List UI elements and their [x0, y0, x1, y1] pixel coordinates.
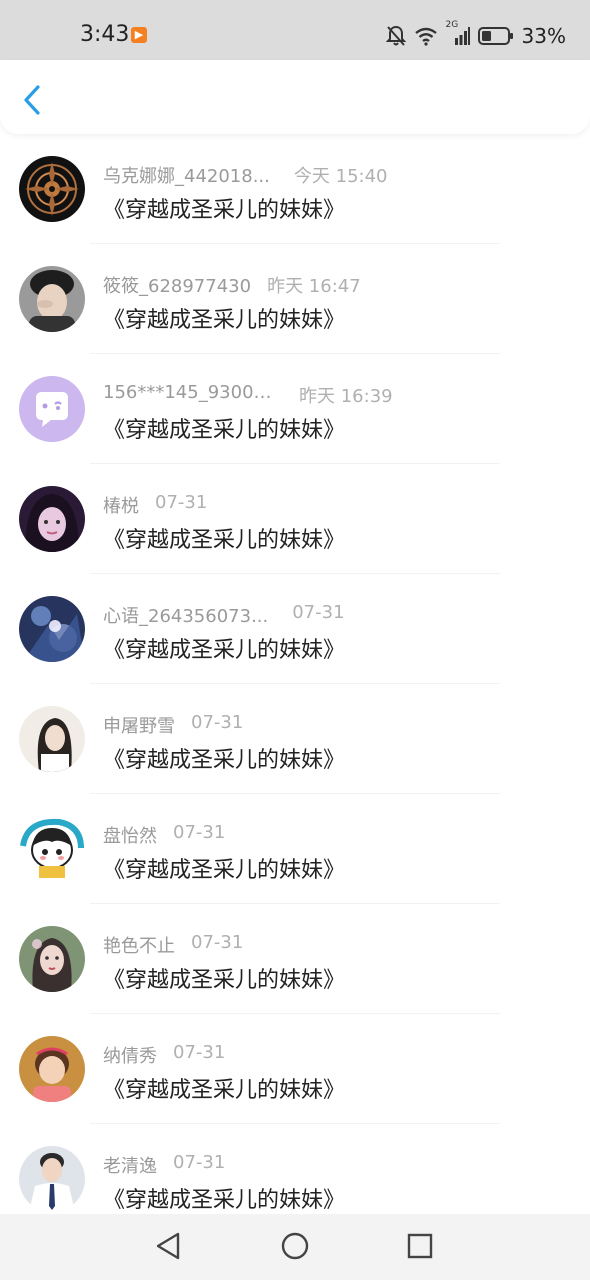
- message-text: 《穿越成圣采儿的妹妹》: [103, 858, 346, 883]
- status-bar: 3:43 ▶ 2G 33%: [0, 0, 590, 60]
- battery-icon: [477, 26, 514, 46]
- system-nav-bar: [0, 1214, 590, 1280]
- list-item[interactable]: 艳色不止 07-31 《穿越成圣采儿的妹妹》: [0, 904, 590, 1014]
- item-meta: 申屠野雪 07-31: [103, 712, 244, 738]
- item-meta: 椿棁 07-31: [103, 492, 208, 518]
- screen: 3:43 ▶ 2G 33% 乌克娜娜_442018... 今天 15:40 《穿…: [0, 0, 590, 1280]
- item-meta: 纳倩秀 07-31: [103, 1042, 226, 1068]
- avatar[interactable]: [19, 486, 85, 552]
- timestamp: 07-31: [173, 1042, 226, 1063]
- user-name[interactable]: 纳倩秀: [103, 1042, 157, 1068]
- message-text: 《穿越成圣采儿的妹妹》: [103, 528, 346, 553]
- message-text: 《穿越成圣采儿的妹妹》: [103, 748, 346, 773]
- nav-home-button[interactable]: [279, 1230, 311, 1262]
- avatar[interactable]: [19, 1036, 85, 1102]
- message-text: 《穿越成圣采儿的妹妹》: [103, 638, 346, 663]
- network-type: 2G: [445, 20, 459, 30]
- list-item[interactable]: 老清逸 07-31 《穿越成圣采儿的妹妹》: [0, 1124, 590, 1214]
- list-item[interactable]: 乌克娜娜_442018... 今天 15:40 《穿越成圣采儿的妹妹》: [0, 134, 590, 244]
- avatar[interactable]: [19, 376, 85, 442]
- user-name[interactable]: 申屠野雪: [103, 712, 175, 738]
- user-name[interactable]: 156***145_93002...: [103, 382, 275, 403]
- message-text: 《穿越成圣采儿的妹妹》: [103, 1188, 346, 1213]
- timestamp: 07-31: [173, 1152, 226, 1173]
- nav-recents-button[interactable]: [404, 1230, 436, 1262]
- user-name[interactable]: 老清逸: [103, 1152, 157, 1178]
- wifi-icon: [414, 26, 438, 46]
- item-meta: 老清逸 07-31: [103, 1152, 226, 1178]
- list-item[interactable]: 申屠野雪 07-31 《穿越成圣采儿的妹妹》: [0, 684, 590, 794]
- item-meta: 盘怡然 07-31: [103, 822, 226, 848]
- top-bar: [0, 60, 590, 134]
- avatar[interactable]: [19, 1146, 85, 1212]
- user-name[interactable]: 椿棁: [103, 492, 139, 518]
- triangle-back-icon: [156, 1232, 180, 1260]
- back-button[interactable]: [14, 80, 50, 120]
- avatar[interactable]: [19, 816, 85, 882]
- user-name[interactable]: 心语_264356073...: [103, 602, 268, 628]
- status-time: 3:43: [80, 22, 130, 47]
- timestamp: 昨天 16:39: [299, 386, 393, 407]
- user-name[interactable]: 艳色不止: [103, 932, 175, 958]
- square-recents-icon: [407, 1233, 433, 1259]
- battery-percentage: 33%: [521, 24, 566, 48]
- list-item[interactable]: 椿棁 07-31 《穿越成圣采儿的妹妹》: [0, 464, 590, 574]
- message-text: 《穿越成圣采儿的妹妹》: [103, 418, 346, 443]
- list-item[interactable]: 156***145_93002... 昨天 16:39 《穿越成圣采儿的妹妹》: [0, 354, 590, 464]
- avatar[interactable]: [19, 156, 85, 222]
- user-name[interactable]: 盘怡然: [103, 822, 157, 848]
- item-meta: 乌克娜娜_442018... 今天 15:40: [103, 162, 388, 188]
- timestamp: 07-31: [191, 932, 244, 953]
- list-item[interactable]: 纳倩秀 07-31 《穿越成圣采儿的妹妹》: [0, 1014, 590, 1124]
- timestamp: 昨天 16:47: [267, 276, 361, 297]
- mute-bell-icon: [385, 25, 406, 47]
- nav-back-button[interactable]: [152, 1230, 184, 1262]
- app-notification-icon: ▶: [131, 27, 147, 43]
- list-item[interactable]: 心语_264356073... 07-31 《穿越成圣采儿的妹妹》: [0, 574, 590, 684]
- message-text: 《穿越成圣采儿的妹妹》: [103, 1078, 346, 1103]
- message-text: 《穿越成圣采儿的妹妹》: [103, 308, 346, 333]
- cellular-signal-icon: 2G: [446, 20, 470, 46]
- chevron-left-icon: [24, 85, 40, 115]
- avatar[interactable]: [19, 706, 85, 772]
- timestamp: 07-31: [155, 492, 208, 513]
- list-item[interactable]: 盘怡然 07-31 《穿越成圣采儿的妹妹》: [0, 794, 590, 904]
- circle-home-icon: [281, 1232, 309, 1260]
- user-name[interactable]: 筱筱_628977430: [103, 272, 251, 298]
- item-meta: 艳色不止 07-31: [103, 932, 244, 958]
- item-meta: 156***145_93002... 昨天 16:39: [103, 382, 393, 407]
- timestamp: 今天 15:40: [293, 166, 388, 187]
- user-name[interactable]: 乌克娜娜_442018...: [103, 162, 270, 188]
- status-icons: 2G 33%: [385, 20, 566, 50]
- avatar[interactable]: [19, 266, 85, 332]
- avatar[interactable]: [19, 926, 85, 992]
- timestamp: 07-31: [292, 602, 345, 623]
- message-text: 《穿越成圣采儿的妹妹》: [103, 968, 346, 993]
- timestamp: 07-31: [191, 712, 244, 733]
- item-meta: 心语_264356073... 07-31: [103, 602, 345, 628]
- avatar[interactable]: [19, 596, 85, 662]
- timestamp: 07-31: [173, 822, 226, 843]
- message-text: 《穿越成圣采儿的妹妹》: [103, 198, 346, 223]
- item-meta: 筱筱_628977430 昨天 16:47: [103, 272, 361, 298]
- message-list[interactable]: 乌克娜娜_442018... 今天 15:40 《穿越成圣采儿的妹妹》 筱筱_6289…: [0, 134, 590, 1214]
- list-item[interactable]: 筱筱_628977430 昨天 16:47 《穿越成圣采儿的妹妹》: [0, 244, 590, 354]
